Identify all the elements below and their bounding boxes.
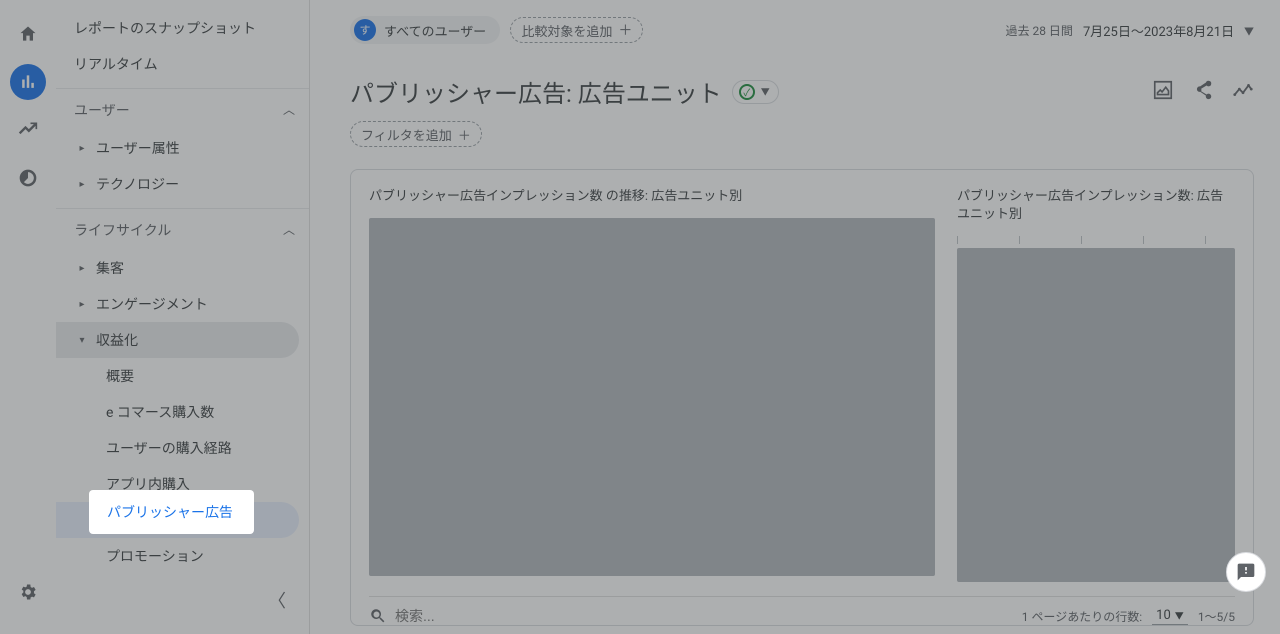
plus-icon: ＋ [458, 125, 471, 144]
home-icon[interactable] [10, 16, 46, 52]
sidebar-leaf-overview[interactable]: 概要 [56, 358, 299, 394]
caret-right-icon: ▸ [74, 263, 90, 274]
add-comparison-button[interactable]: 比較対象を追加 ＋ [510, 17, 643, 43]
highlight-callout: パブリッシャー広告 [91, 492, 252, 532]
caret-right-icon: ▸ [74, 179, 90, 190]
sidebar-item-label: 集客 [96, 258, 124, 278]
title-actions [1152, 79, 1254, 105]
report-card: パブリッシャー広告インプレッション数 の推移: 広告ユニット別 パブリッシャー広… [350, 169, 1254, 626]
table-toolbar: 1 ページあたりの行数: 10 ▼ 1～5/5 [369, 596, 1235, 625]
sidebar-item-technology[interactable]: ▸ テクノロジー [56, 166, 299, 202]
rows-value: 10 [1156, 608, 1171, 623]
check-circle-icon: ✓ [739, 84, 755, 100]
rows-per-page-label: 1 ページあたりの行数: [1022, 608, 1142, 625]
sidebar-item-user-attributes[interactable]: ▸ ユーザー属性 [56, 130, 299, 166]
sidebar: レポートのスナップショット リアルタイム ユーザー ︿ ▸ ユーザー属性 ▸ テ… [56, 0, 310, 634]
segment-row: す すべてのユーザー 比較対象を追加 ＋ [350, 16, 643, 44]
chart-left-area[interactable] [369, 218, 935, 576]
caret-down-icon: ▼ [1175, 609, 1184, 622]
charts-row: パブリッシャー広告インプレッション数 の推移: 広告ユニット別 パブリッシャー広… [369, 188, 1235, 582]
caret-down-icon: ▼ [1244, 23, 1254, 38]
search-icon [369, 607, 387, 625]
chevron-up-icon: ︿ [283, 101, 295, 118]
advertising-icon[interactable] [10, 160, 46, 196]
chart-right: パブリッシャー広告インプレッション数: 広告ユニット別 [957, 188, 1235, 582]
sidebar-item-label: テクノロジー [96, 174, 179, 194]
table-search[interactable] [369, 607, 1012, 625]
caret-down-icon: ▼ [759, 85, 772, 98]
status-chip[interactable]: ✓ ▼ [732, 80, 779, 104]
sidebar-section-label: ライフサイクル [74, 220, 171, 240]
chevron-left-icon: 〈 [268, 587, 286, 613]
page-range: 1～5/5 [1198, 608, 1235, 625]
sidebar-section-label: ユーザー [74, 100, 130, 120]
top-bar: す すべてのユーザー 比較対象を追加 ＋ 過去 28 日間 7月25日～2023… [350, 14, 1254, 46]
caret-right-icon: ▸ [74, 143, 90, 154]
main-panel: す すべてのユーザー 比較対象を追加 ＋ 過去 28 日間 7月25日～2023… [310, 0, 1280, 634]
user-badge: す [354, 19, 376, 41]
compare-label: 比較対象を追加 [521, 21, 612, 40]
chart-left-title: パブリッシャー広告インプレッション数 の推移: 広告ユニット別 [369, 188, 935, 206]
sidebar-leaf-ecommerce[interactable]: e コマース購入数 [56, 394, 299, 430]
insights-icon[interactable] [1232, 79, 1254, 105]
reports-icon[interactable] [10, 64, 46, 100]
filter-label: フィルタを追加 [361, 125, 452, 144]
left-rail [0, 0, 56, 634]
feedback-button[interactable] [1226, 552, 1266, 592]
rows-per-page-select[interactable]: 10 ▼ [1152, 608, 1188, 625]
all-users-label: すべてのユーザー [384, 21, 486, 40]
explore-icon[interactable] [10, 112, 46, 148]
chart-right-title: パブリッシャー広告インプレッション数: 広告ユニット別 [957, 188, 1235, 224]
pagination: 1 ページあたりの行数: 10 ▼ 1～5/5 [1022, 608, 1235, 625]
chart-left: パブリッシャー広告インプレッション数 の推移: 広告ユニット別 [369, 188, 935, 582]
date-range-value: 7月25日～2023年8月21日 [1083, 21, 1234, 40]
sidebar-item-monetization[interactable]: ▾ 収益化 [56, 322, 299, 358]
feedback-icon [1236, 562, 1256, 582]
share-icon[interactable] [1192, 79, 1214, 105]
search-input[interactable] [395, 608, 595, 624]
caret-right-icon: ▸ [74, 299, 90, 310]
sidebar-item-snapshot[interactable]: レポートのスナップショット [56, 10, 309, 46]
sidebar-leaf-promotions[interactable]: プロモーション [56, 538, 299, 574]
page-title: パブリッシャー広告: 広告ユニット [350, 74, 722, 109]
date-range-label: 過去 28 日間 [1005, 22, 1072, 39]
page-title-wrap: パブリッシャー広告: 広告ユニット ✓ ▼ [350, 74, 779, 109]
sidebar-item-label: エンゲージメント [96, 294, 208, 314]
all-users-chip[interactable]: す すべてのユーザー [350, 16, 500, 44]
chart-right-area[interactable] [957, 248, 1235, 582]
title-row: パブリッシャー広告: 広告ユニット ✓ ▼ [350, 74, 1254, 109]
chevron-up-icon: ︿ [283, 221, 295, 238]
customize-icon[interactable] [1152, 79, 1174, 105]
settings-icon[interactable] [10, 574, 46, 610]
add-filter-button[interactable]: フィルタを追加 ＋ [350, 121, 482, 147]
sidebar-item-acquisition[interactable]: ▸ 集客 [56, 250, 299, 286]
sidebar-item-label: ユーザー属性 [96, 138, 180, 158]
sidebar-item-engagement[interactable]: ▸ エンゲージメント [56, 286, 299, 322]
caret-down-icon: ▾ [74, 335, 90, 346]
date-range-picker[interactable]: 過去 28 日間 7月25日～2023年8月21日 ▼ [1005, 21, 1254, 40]
sidebar-section-lifecycle[interactable]: ライフサイクル ︿ [56, 208, 309, 250]
collapse-sidebar-button[interactable]: 〈 [261, 584, 293, 616]
sidebar-item-label: 収益化 [96, 330, 138, 350]
chart-right-ticks [957, 236, 1235, 244]
sidebar-section-user[interactable]: ユーザー ︿ [56, 88, 309, 130]
plus-icon: ＋ [618, 20, 632, 40]
sidebar-item-realtime[interactable]: リアルタイム [56, 46, 309, 82]
sidebar-leaf-purchase-path[interactable]: ユーザーの購入経路 [56, 430, 299, 466]
highlight-label: パブリッシャー広告 [107, 502, 233, 522]
